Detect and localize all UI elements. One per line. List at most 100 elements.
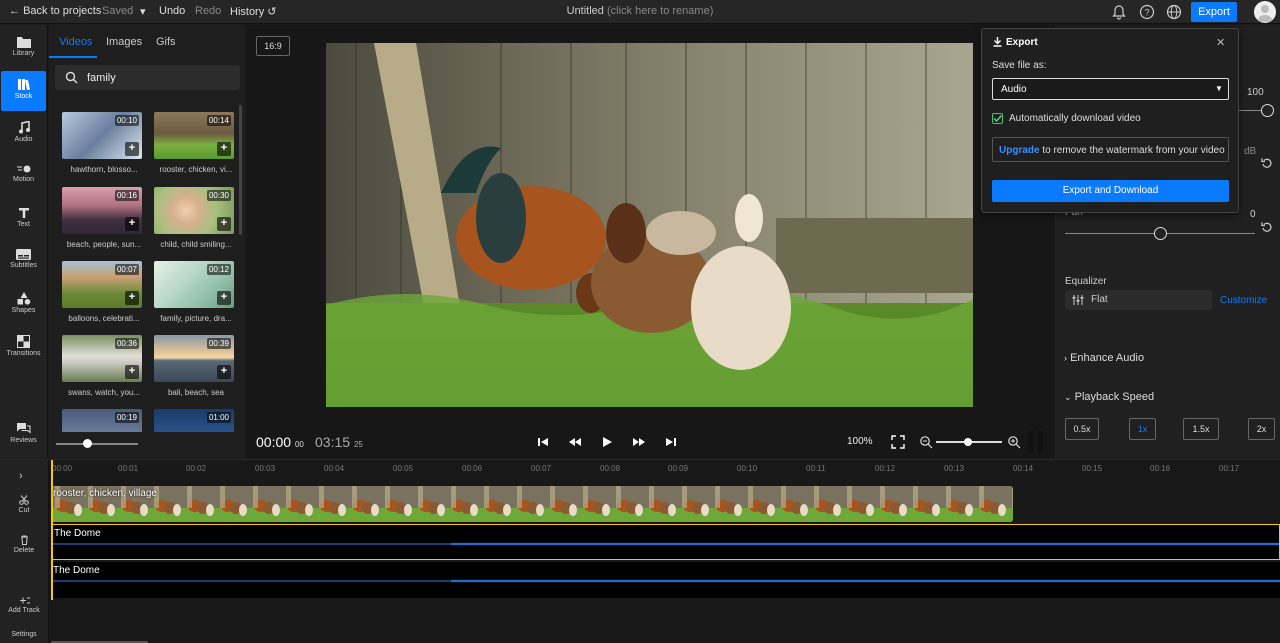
media-item[interactable]: 00:10 + hawthorn, blosso... xyxy=(62,112,150,182)
media-item[interactable]: 00:07 + balloons, celebrati... xyxy=(62,261,150,331)
rail-item-subtitles[interactable]: Subtitles xyxy=(1,242,46,282)
media-item[interactable]: 00:14 + rooster, chicken, vi... xyxy=(154,112,242,182)
add-track-button[interactable]: Add Track xyxy=(0,596,48,614)
delete-button[interactable]: Delete xyxy=(0,535,48,554)
skip-forward-icon[interactable] xyxy=(664,435,678,449)
add-icon[interactable]: + xyxy=(125,142,139,156)
settings-button[interactable]: Settings xyxy=(0,631,48,638)
rewind-icon[interactable] xyxy=(568,435,582,449)
playback-speed-section[interactable]: ⌄ Playback Speed xyxy=(1064,391,1154,403)
clip-filmstrip xyxy=(51,486,1013,522)
add-icon[interactable]: + xyxy=(125,365,139,379)
export-and-download-button[interactable]: Export and Download xyxy=(992,180,1229,202)
saved-label: Saved xyxy=(102,5,134,17)
rail-item-reviews[interactable]: Reviews xyxy=(1,415,46,455)
history-button[interactable]: History ↺ xyxy=(230,5,277,18)
rail-item-text[interactable]: Text xyxy=(1,200,46,240)
reset-icon[interactable] xyxy=(1261,157,1273,169)
add-icon[interactable]: + xyxy=(125,217,139,231)
media-item[interactable]: 00:19 xyxy=(62,409,150,432)
add-icon[interactable]: + xyxy=(217,217,231,231)
media-item[interactable]: 01:00 xyxy=(154,409,242,432)
rail-item-stock[interactable]: Stock xyxy=(1,71,46,111)
fullscreen-icon[interactable] xyxy=(891,435,905,449)
timeline-ruler[interactable]: 00:00 00:01 00:02 00:03 00:04 00:05 00:0… xyxy=(50,460,1280,474)
undo-button[interactable]: Undo xyxy=(159,5,185,17)
reset-icon[interactable] xyxy=(1261,221,1273,233)
media-item[interactable]: 00:12 + family, picture, dra... xyxy=(154,261,242,331)
speed-option[interactable]: 2x xyxy=(1248,418,1275,440)
back-to-projects-button[interactable]: ← Back to projects xyxy=(9,5,101,17)
zoom-level[interactable]: 100% xyxy=(847,436,873,447)
equalizer-preset[interactable]: Flat xyxy=(1065,290,1212,310)
globe-icon[interactable] xyxy=(1165,3,1183,21)
slider-handle[interactable] xyxy=(964,438,972,446)
export-button[interactable]: Export xyxy=(1191,2,1237,22)
avatar[interactable] xyxy=(1254,1,1276,23)
tab-videos[interactable]: Videos xyxy=(59,36,92,48)
duration-badge: 00:16 xyxy=(114,190,139,201)
project-title-button[interactable]: Untitled (click here to rename) xyxy=(567,5,714,17)
auto-download-checkbox[interactable] xyxy=(992,113,1003,124)
motion-icon xyxy=(16,165,30,173)
rail-item-motion[interactable]: Motion xyxy=(1,157,46,197)
rename-hint: (click here to rename) xyxy=(606,5,714,17)
rail-label: Stock xyxy=(14,93,33,100)
media-item[interactable]: 00:36 + swans, watch, you... xyxy=(62,335,150,405)
skip-back-icon[interactable] xyxy=(536,435,550,449)
search-input[interactable]: family xyxy=(55,65,240,90)
bell-icon[interactable] xyxy=(1110,3,1128,21)
zoom-in-icon[interactable] xyxy=(1007,435,1021,449)
rail-item-transitions[interactable]: Transitions xyxy=(1,328,46,368)
format-select[interactable]: Audio ▼ xyxy=(992,78,1229,100)
customize-link[interactable]: Customize xyxy=(1220,295,1267,306)
slider-handle[interactable] xyxy=(1261,104,1274,117)
rail-item-shapes[interactable]: Shapes xyxy=(1,285,46,325)
media-item[interactable]: 00:16 + beach, people, sun... xyxy=(62,187,150,257)
media-scrollbar[interactable] xyxy=(239,105,242,235)
slider-handle[interactable] xyxy=(1154,227,1167,240)
media-item[interactable]: 00:30 + child, child smiling... xyxy=(154,187,242,257)
saved-dropdown-icon[interactable]: ▾ xyxy=(140,5,146,18)
tab-gifs[interactable]: Gifs xyxy=(156,36,176,48)
audio-meter-icon xyxy=(1028,431,1043,453)
volume-value: 100 xyxy=(1247,87,1264,98)
enhance-audio-section[interactable]: › Enhance Audio xyxy=(1064,352,1144,364)
thumbnail-size-slider[interactable] xyxy=(56,439,138,448)
audio-clip[interactable]: The Dome xyxy=(51,562,1280,598)
zoom-out-icon[interactable] xyxy=(919,435,933,449)
rail-item-audio[interactable]: Audio xyxy=(1,114,46,154)
pan-slider[interactable] xyxy=(1065,227,1255,240)
add-icon[interactable]: + xyxy=(217,142,231,156)
audio-clip-selected[interactable]: The Dome xyxy=(51,524,1280,560)
video-thumbnail: 00:10 + xyxy=(62,112,142,159)
add-icon[interactable]: + xyxy=(217,365,231,379)
aspect-ratio-button[interactable]: 16:9 xyxy=(256,36,290,56)
rail-label: Audio xyxy=(14,136,33,143)
rail-item-library[interactable]: Library xyxy=(1,29,46,69)
add-icon[interactable]: + xyxy=(125,291,139,305)
video-preview[interactable] xyxy=(326,43,973,407)
speed-option[interactable]: 1.5x xyxy=(1183,418,1219,440)
chevron-right-icon[interactable]: › xyxy=(19,470,23,482)
media-item[interactable]: 00:39 + bali, beach, sea xyxy=(154,335,242,405)
video-clip[interactable]: rooster, chicken, village xyxy=(51,486,1013,522)
popover-title: Export xyxy=(1006,37,1038,48)
slider-handle[interactable] xyxy=(83,439,92,448)
upgrade-link[interactable]: Upgrade xyxy=(999,145,1040,156)
cut-button[interactable]: Cut xyxy=(0,495,48,514)
help-icon[interactable]: ? xyxy=(1138,3,1156,21)
play-icon[interactable] xyxy=(600,435,614,449)
redo-button[interactable]: Redo xyxy=(195,5,221,17)
preview-zoom-slider[interactable] xyxy=(936,438,1002,446)
fast-forward-icon[interactable] xyxy=(632,435,646,449)
project-title: Untitled (click here to rename) xyxy=(0,5,1280,17)
top-bar: ← Back to projects Saved ▾ Undo Redo His… xyxy=(0,0,1280,24)
close-icon[interactable]: ✕ xyxy=(1216,36,1225,49)
playhead[interactable] xyxy=(51,460,53,600)
speed-option[interactable]: 0.5x xyxy=(1065,418,1099,440)
add-icon[interactable]: + xyxy=(217,291,231,305)
ruler-tick: 00:14 xyxy=(1013,464,1034,473)
tab-images[interactable]: Images xyxy=(106,36,142,48)
speed-option-selected[interactable]: 1x xyxy=(1129,418,1156,440)
